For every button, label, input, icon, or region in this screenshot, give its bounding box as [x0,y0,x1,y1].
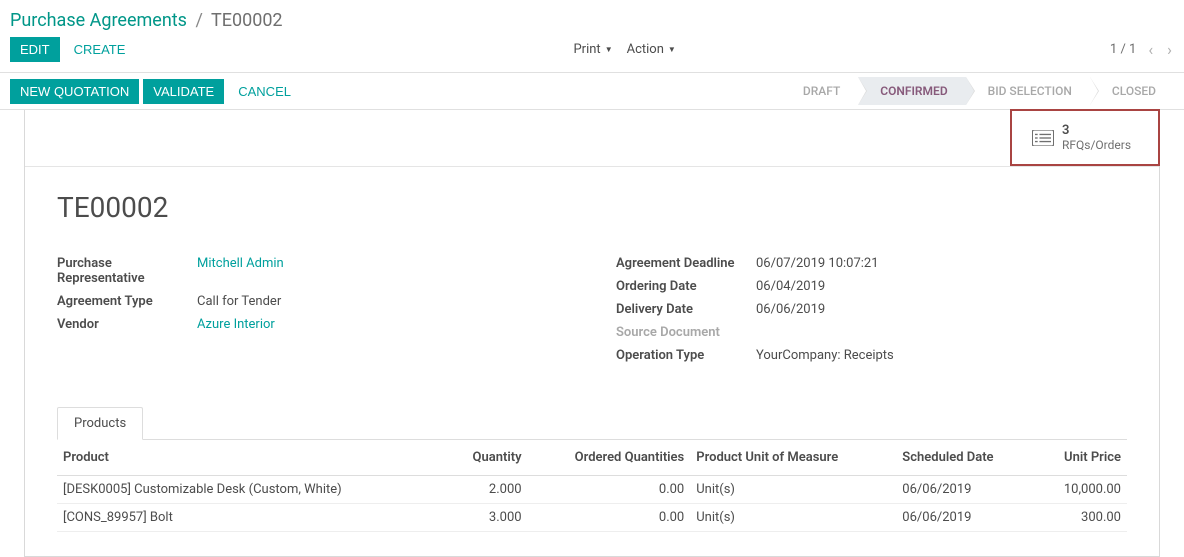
chevron-down-icon: ▼ [668,45,676,54]
new-quotation-button[interactable]: NEW QUOTATION [10,79,139,104]
stat-count: 3 [1062,123,1131,138]
cell-uom: Unit(s) [690,504,896,532]
cell-scheduled: 06/06/2019 [896,476,1034,504]
breadcrumb: Purchase Agreements / TE00002 [0,0,1184,31]
validate-button[interactable]: VALIDATE [143,79,224,104]
vendor-link[interactable]: Azure Interior [197,317,275,332]
field-label-deadline: Agreement Deadline [616,256,756,271]
th-uom: Product Unit of Measure [690,440,896,476]
delivery-date-value: 06/06/2019 [756,302,825,317]
rfq-orders-stat-button[interactable]: 3 RFQs/Orders [1010,109,1160,166]
tab-products[interactable]: Products [57,407,143,440]
cell-quantity: 2.000 [446,476,528,504]
status-step-draft[interactable]: DRAFT [781,77,858,105]
th-unit-price: Unit Price [1034,440,1127,476]
breadcrumb-separator: / [195,10,202,31]
table-row[interactable]: [DESK0005] Customizable Desk (Custom, Wh… [57,476,1127,504]
pager-prev[interactable]: ‹ [1146,40,1155,59]
cell-unit-price: 300.00 [1034,504,1127,532]
breadcrumb-current: TE00002 [211,10,283,31]
field-label-operation-type: Operation Type [616,348,756,363]
table-row[interactable]: [CONS_89957] Bolt3.0000.00Unit(s)06/06/2… [57,504,1127,532]
cell-product: [DESK0005] Customizable Desk (Custom, Wh… [57,476,446,504]
operation-type-value: YourCompany: Receipts [756,348,894,363]
list-icon [1032,130,1054,146]
cancel-button[interactable]: CANCEL [228,79,301,104]
products-table: Product Quantity Ordered Quantities Prod… [57,440,1127,532]
field-label-agreement-type: Agreement Type [57,294,197,309]
cell-scheduled: 06/06/2019 [896,504,1034,532]
field-label-source-doc: Source Document [616,325,756,340]
deadline-value: 06/07/2019 10:07:21 [756,256,879,271]
edit-button[interactable]: EDIT [10,37,60,62]
status-bar: DRAFTCONFIRMEDBID SELECTIONCLOSED [781,77,1174,105]
field-label-purchase-rep: Purchase Representative [57,256,197,286]
print-dropdown[interactable]: Print ▼ [573,42,612,57]
field-label-delivery-date: Delivery Date [616,302,756,317]
cell-quantity: 3.000 [446,504,528,532]
chevron-down-icon: ▼ [605,45,613,54]
status-step-confirmed[interactable]: CONFIRMED [858,77,965,105]
cell-ordered: 0.00 [528,476,691,504]
action-dropdown[interactable]: Action ▼ [627,42,676,57]
action-label: Action [627,42,664,57]
print-label: Print [573,42,600,57]
cell-ordered: 0.00 [528,504,691,532]
cell-product: [CONS_89957] Bolt [57,504,446,532]
th-quantity: Quantity [446,440,528,476]
th-scheduled: Scheduled Date [896,440,1034,476]
cell-uom: Unit(s) [690,476,896,504]
status-step-closed[interactable]: CLOSED [1090,77,1174,105]
purchase-rep-link[interactable]: Mitchell Admin [197,256,284,271]
pager-next[interactable]: › [1165,40,1174,59]
record-title: TE00002 [57,191,1127,224]
th-ordered: Ordered Quantities [528,440,691,476]
pager-text: 1 / 1 [1110,42,1136,57]
ordering-date-value: 06/04/2019 [756,279,825,294]
field-label-ordering-date: Ordering Date [616,279,756,294]
breadcrumb-root[interactable]: Purchase Agreements [10,10,187,31]
stat-label: RFQs/Orders [1062,138,1131,152]
create-button[interactable]: CREATE [64,37,136,62]
th-product: Product [57,440,446,476]
field-label-vendor: Vendor [57,317,197,332]
cell-unit-price: 10,000.00 [1034,476,1127,504]
status-step-bid-selection[interactable]: BID SELECTION [966,77,1090,105]
agreement-type-value: Call for Tender [197,294,281,309]
